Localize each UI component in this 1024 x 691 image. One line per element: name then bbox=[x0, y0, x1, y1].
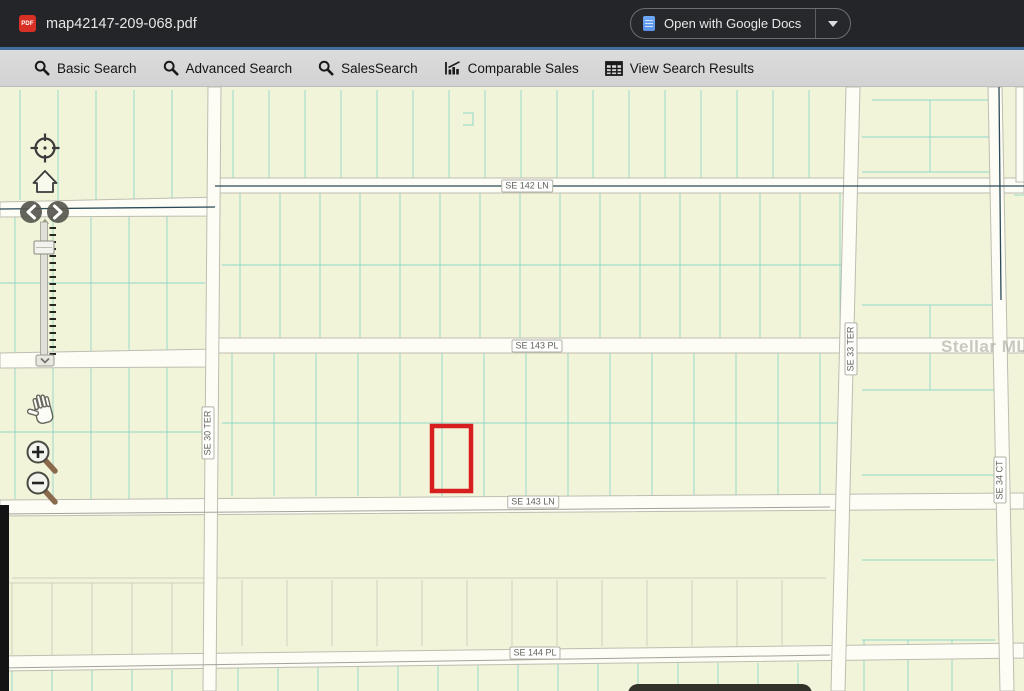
page-edge-strip bbox=[0, 505, 9, 691]
road-label-se-34-ct: SE 34 CT bbox=[993, 456, 1007, 504]
open-with-google-docs-button[interactable]: Open with Google Docs bbox=[630, 8, 852, 39]
road-label-se-144-pl: SE 144 PL bbox=[509, 646, 561, 660]
road-label-se-143-ln: SE 143 LN bbox=[507, 495, 559, 509]
search-toolbar: Basic Search Advanced Search SalesSearch… bbox=[0, 50, 1024, 87]
road-label-se-30-ter: SE 30 TER bbox=[201, 406, 215, 460]
google-docs-icon bbox=[643, 16, 655, 31]
search-icon bbox=[34, 60, 50, 76]
open-options-dropdown[interactable] bbox=[816, 9, 850, 38]
pdf-file-icon: PDF bbox=[19, 15, 36, 32]
open-button-label: Open with Google Docs bbox=[664, 16, 802, 31]
toolbar-item-label: SalesSearch bbox=[341, 60, 418, 76]
pdf-viewer-header: PDF map42147-209-068.pdf Open with Googl… bbox=[0, 0, 1024, 47]
view-search-results-button[interactable]: View Search Results bbox=[604, 60, 755, 76]
road-label-se-33-ter: SE 33 TER bbox=[844, 322, 858, 376]
road-label-se-142-ln: SE 142 LN bbox=[501, 179, 553, 193]
slider-down-button[interactable] bbox=[35, 354, 55, 367]
table-grid-icon bbox=[604, 60, 623, 76]
road-label-se-143-pl: SE 143 PL bbox=[511, 339, 563, 353]
bar-chart-icon bbox=[444, 60, 461, 76]
pan-left-button[interactable] bbox=[20, 201, 42, 223]
bottom-overlay-bar[interactable] bbox=[628, 684, 812, 691]
search-icon bbox=[163, 60, 179, 76]
comparable-sales-button[interactable]: Comparable Sales bbox=[444, 60, 579, 76]
parcel-map[interactable]: SE 142 LN SE 143 PL SE 143 LN SE 144 PL … bbox=[0, 87, 1024, 691]
road-edge-sliver bbox=[1015, 87, 1024, 183]
pan-right-button[interactable] bbox=[47, 201, 69, 223]
toolbar-item-label: Comparable Sales bbox=[467, 60, 579, 76]
advanced-search-button[interactable]: Advanced Search bbox=[163, 60, 293, 76]
road-se-143-pl bbox=[212, 337, 1024, 354]
chevron-down-icon bbox=[828, 20, 839, 27]
toolbar-item-label: Advanced Search bbox=[185, 60, 293, 76]
basic-search-button[interactable]: Basic Search bbox=[34, 60, 137, 76]
search-icon bbox=[318, 60, 334, 76]
sales-search-button[interactable]: SalesSearch bbox=[318, 60, 418, 76]
map-canvas bbox=[0, 87, 1024, 691]
toolbar-item-label: View Search Results bbox=[629, 60, 755, 76]
toolbar-item-label: Basic Search bbox=[57, 60, 137, 76]
stellar-mls-watermark: Stellar MLS bbox=[941, 337, 1024, 356]
open-with-google-docs-main[interactable]: Open with Google Docs bbox=[631, 9, 815, 38]
filename-label: map42147-209-068.pdf bbox=[46, 15, 197, 32]
